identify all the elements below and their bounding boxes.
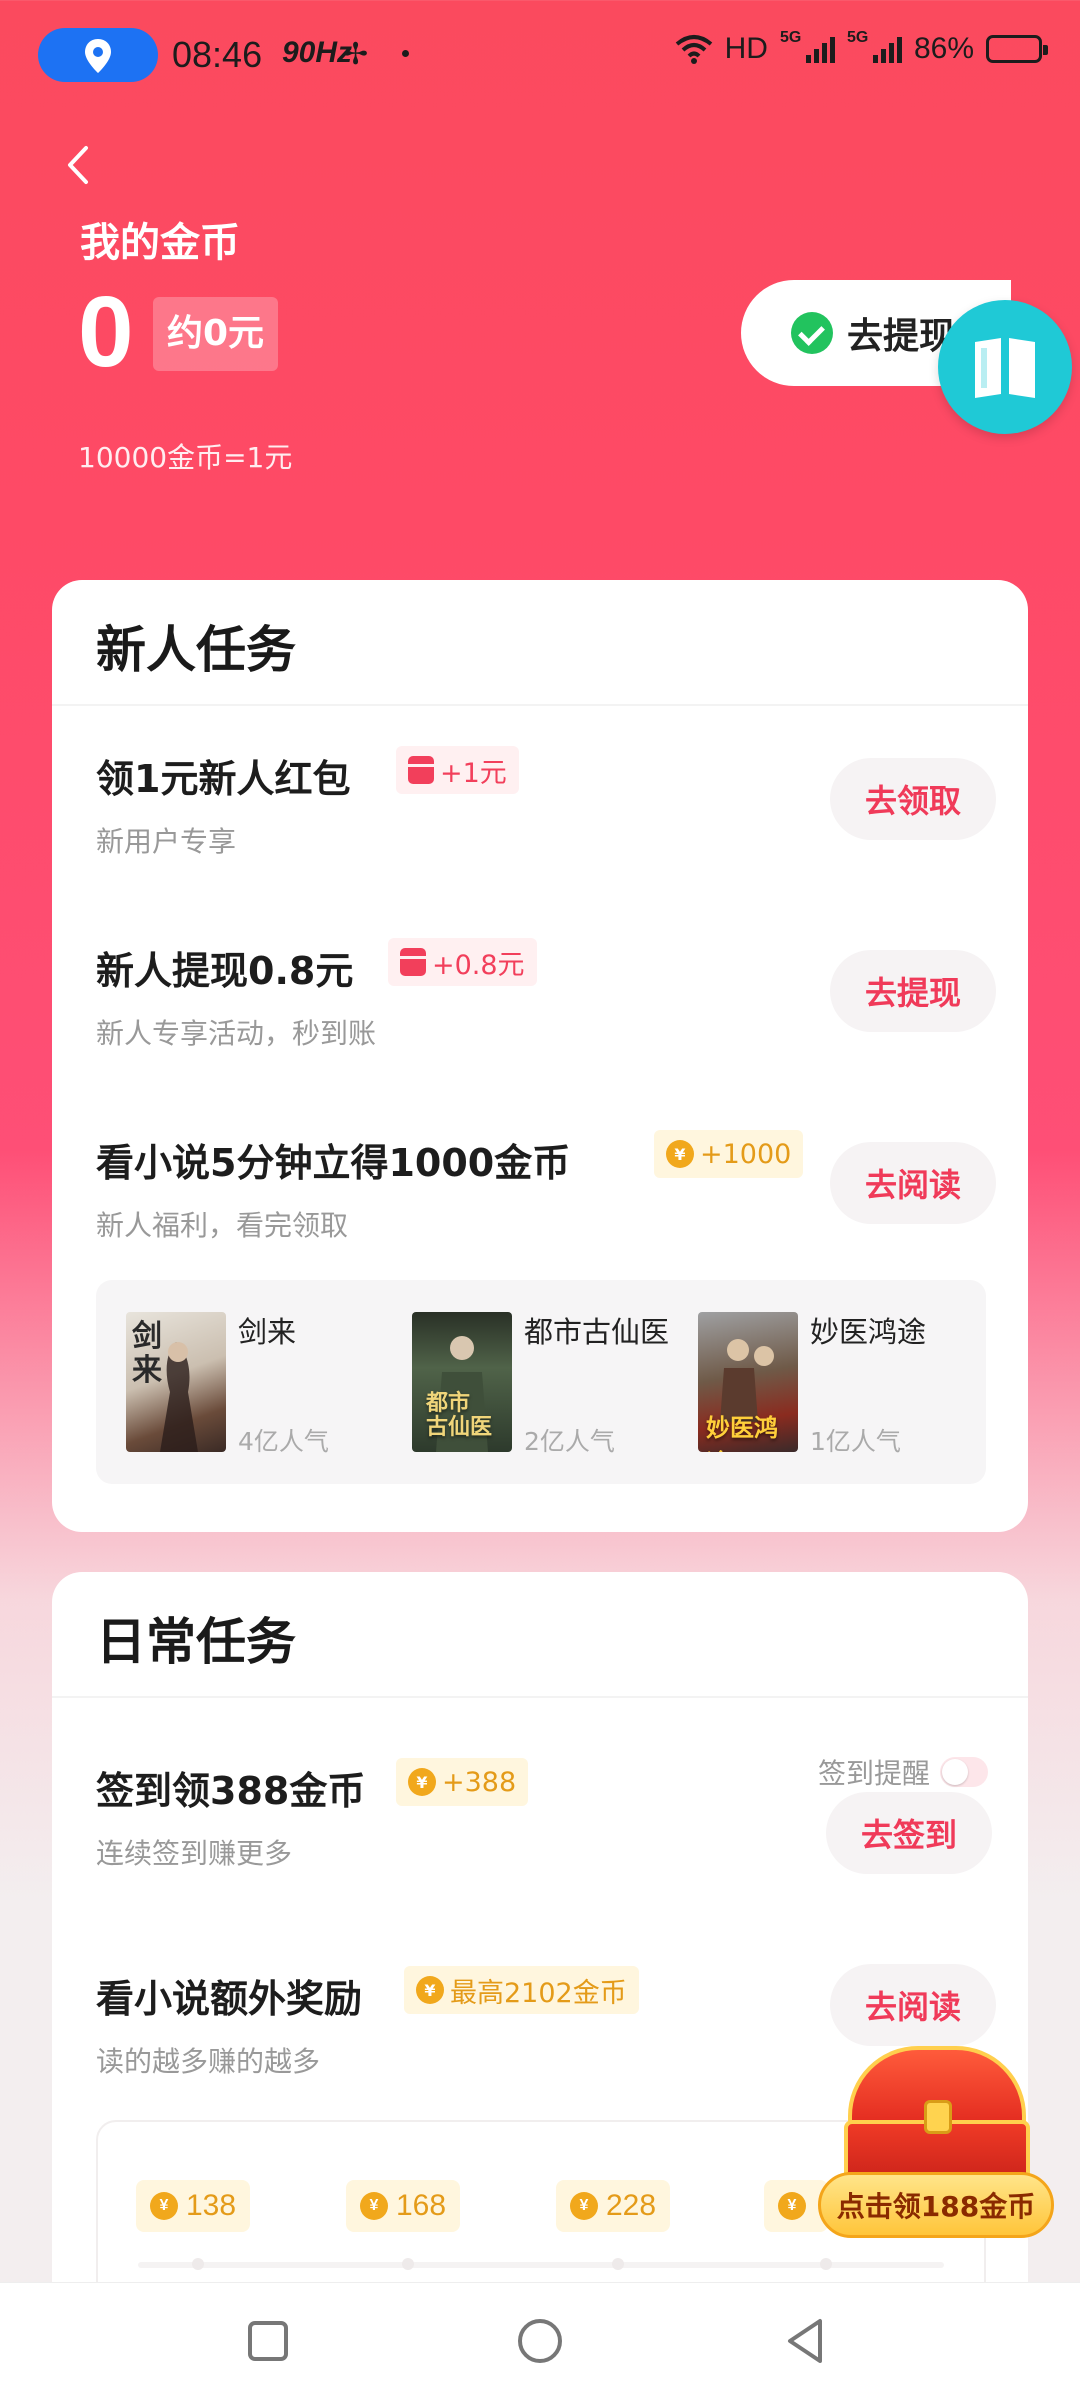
task-desc: 新人专享活动，秒到账 — [96, 1017, 377, 1050]
task-desc: 新人福利，看完领取 — [96, 1209, 349, 1242]
coin-icon: ¥ — [570, 2192, 598, 2220]
coin-icon: ¥ — [408, 1768, 436, 1796]
reward-value: 最高2102金币 — [450, 1977, 627, 2009]
open-book-icon — [975, 338, 1035, 398]
book-item[interactable]: 剑来 剑来 4亿人气 — [126, 1312, 396, 1456]
task-desc: 连续签到赚更多 — [96, 1837, 293, 1870]
floating-book-button[interactable] — [938, 300, 1072, 434]
coin-icon: ¥ — [778, 2192, 806, 2220]
location-indicator — [38, 28, 158, 82]
book-popularity: 2亿人气 — [524, 1427, 615, 1456]
reward-step: ¥168 — [346, 2180, 461, 2232]
wifi-icon — [675, 35, 712, 64]
chest-lock-icon — [924, 2100, 952, 2134]
reward-value: +388 — [442, 1766, 517, 1798]
task-title: 签到领388金币 — [96, 1769, 366, 1813]
status-right: HD 5G 5G 86% — [675, 29, 1048, 66]
back-nav-icon[interactable] — [780, 2313, 836, 2369]
book-item[interactable]: 妙医鸿途 妙医鸿途 1亿人气 — [698, 1312, 968, 1456]
reward-badge: ¥ +1000 — [654, 1130, 804, 1178]
reward-badge: ¥ +388 — [396, 1758, 529, 1806]
signal-2-icon: 5G — [847, 29, 902, 63]
step-dot — [612, 2258, 624, 2270]
exchange-rate-text: 10000金币=1元 — [78, 441, 293, 474]
coin-icon: ¥ — [666, 1140, 694, 1168]
divider — [52, 1696, 1028, 1698]
red-packet-icon — [408, 756, 434, 784]
claim-button[interactable]: 去领取 — [830, 758, 996, 840]
book-title: 都市古仙医 — [524, 1315, 670, 1349]
home-icon[interactable] — [512, 2313, 568, 2369]
refresh-rate: 90Hz — [282, 36, 353, 69]
withdraw-task-button[interactable]: 去提现 — [830, 950, 996, 1032]
book-popularity: 4亿人气 — [238, 1427, 329, 1456]
checkin-button[interactable]: 去签到 — [826, 1792, 992, 1874]
reward-value: +1000 — [700, 1138, 792, 1170]
coin-balance: 0 — [78, 276, 134, 388]
status-time: 08:46 — [172, 34, 263, 75]
task-row: 领1元新人红包 +1元 新用户专享 去领取 — [96, 746, 996, 878]
page-title: 我的金币 — [80, 220, 240, 266]
task-title: 看小说额外奖励 — [96, 1977, 363, 2021]
step-dot — [820, 2258, 832, 2270]
reward-value: +0.8元 — [432, 949, 525, 981]
battery-percent: 86% — [913, 32, 974, 65]
new-user-tasks-title: 新人任务 — [96, 621, 296, 679]
coin-icon: ¥ — [416, 1976, 444, 2004]
signal-1-icon: 5G — [780, 29, 835, 63]
step-dot — [192, 2258, 204, 2270]
red-packet-icon — [400, 948, 426, 976]
reward-badge: +0.8元 — [388, 938, 537, 986]
daily-tasks-title: 日常任务 — [96, 1613, 296, 1671]
coin-icon: ¥ — [360, 2192, 388, 2220]
reward-value: +1元 — [440, 757, 507, 789]
book-cover: 妙医鸿途 — [698, 1312, 798, 1452]
reward-step: ¥138 — [136, 2180, 251, 2232]
battery-icon — [986, 35, 1048, 63]
wechat-check-icon — [791, 312, 833, 354]
book-item[interactable]: 都市 古仙医 都市古仙医 2亿人气 — [412, 1312, 682, 1456]
rmb-estimate-badge: 约0元 — [153, 297, 279, 371]
book-title: 剑来 — [238, 1315, 297, 1349]
extra-read-button[interactable]: 去阅读 — [830, 1964, 996, 2046]
step-dot — [402, 2258, 414, 2270]
task-title: 新人提现0.8元 — [96, 949, 354, 993]
task-title: 看小说5分钟立得1000金币 — [96, 1141, 571, 1185]
reward-badge: +1元 — [396, 746, 519, 794]
status-bar: 08:46 90Hz ✢ HD 5G 5G 86% — [0, 0, 1080, 110]
task-row: 新人提现0.8元 +0.8元 新人专享活动，秒到账 去提现 — [96, 938, 996, 1070]
book-popularity: 1亿人气 — [810, 1427, 901, 1456]
book-cover: 都市 古仙医 — [412, 1312, 512, 1452]
location-pin-icon — [85, 39, 111, 73]
book-cover: 剑来 — [126, 1312, 226, 1452]
daily-tasks-card: 日常任务 签到提醒 签到领388金币 ¥ +388 连续签到赚更多 去签到 看小… — [52, 1572, 1028, 2400]
system-nav-bar — [0, 2282, 1080, 2400]
coin-icon: ¥ — [150, 2192, 178, 2220]
task-desc: 新用户专享 — [96, 825, 237, 858]
read-button[interactable]: 去阅读 — [830, 1142, 996, 1224]
reward-step: ¥228 — [556, 2180, 671, 2232]
task-row: 看小说5分钟立得1000金币 ¥ +1000 新人福利，看完领取 去阅读 — [96, 1130, 996, 1262]
task-desc: 读的越多赚的越多 — [96, 2045, 321, 2078]
book-title: 妙医鸿途 — [810, 1315, 927, 1349]
task-row: 签到领388金币 ¥ +388 连续签到赚更多 去签到 — [96, 1758, 996, 1890]
network-type: HD — [724, 32, 768, 65]
treasure-chest-button[interactable]: 点击领188金币 — [818, 2040, 1058, 2240]
chest-label: 点击领188金币 — [818, 2172, 1054, 2238]
divider — [52, 704, 1028, 706]
new-user-tasks-card: 新人任务 领1元新人红包 +1元 新用户专享 去领取 新人提现0.8元 +0.8… — [52, 580, 1028, 1532]
recommended-books: 剑来 剑来 4亿人气 都市 古仙医 都市古仙医 2亿人气 妙医鸿 妙医鸿途 1亿… — [96, 1280, 986, 1484]
back-arrow-icon[interactable] — [56, 140, 106, 190]
notification-dot — [402, 50, 409, 57]
reward-badge: ¥ 最高2102金币 — [404, 1966, 639, 2014]
task-title: 领1元新人红包 — [96, 757, 351, 801]
fan-icon: ✢ — [343, 37, 369, 72]
recent-apps-icon[interactable] — [240, 2313, 296, 2369]
